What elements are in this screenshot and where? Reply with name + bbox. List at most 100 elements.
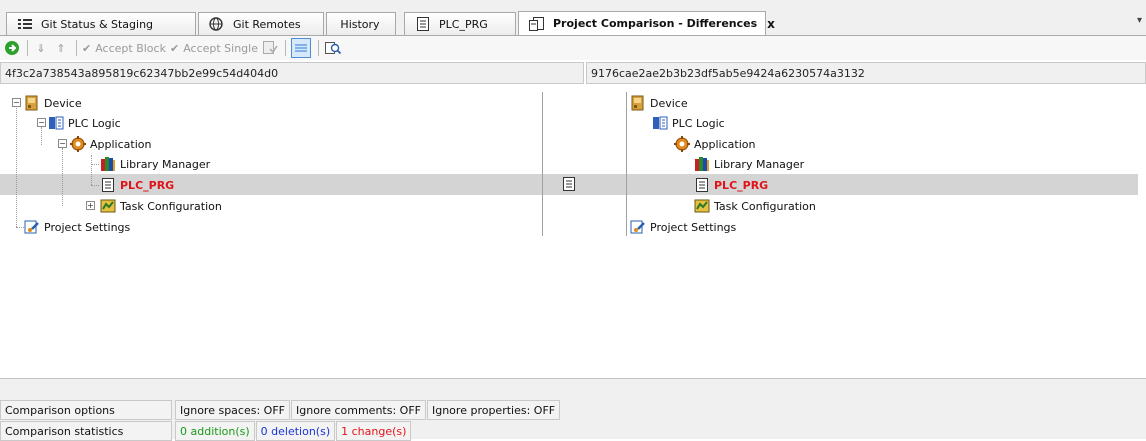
document-icon [694,177,710,193]
tab-label: History [340,17,380,31]
tree-node-project-settings[interactable]: Project Settings [24,218,130,236]
project-settings-icon [24,219,40,235]
tree-node-device[interactable]: Device [24,94,82,112]
application-gear-icon [674,136,690,152]
node-label: Library Manager [120,157,211,171]
node-label: Project Settings [44,220,131,234]
task-configuration-icon [694,198,710,214]
toolbar-separator [318,40,319,56]
tree-node-task-configuration[interactable]: Task Configuration [694,197,816,215]
toolbar: ⇓ ⇑ ✔ Accept Block ✔ Accept Single [0,35,1146,60]
node-label: Application [90,137,152,151]
right-commit-hash: 9176cae2ae2b3b23df5ab5e9424a6230574a3132 [586,62,1146,84]
comparison-options-label: Comparison options [0,400,172,420]
tree-node-library-manager[interactable]: Library Manager [694,155,804,173]
plc-logic-icon [48,115,64,131]
check-icon: ✔ [169,41,180,55]
tree-node-task-configuration[interactable]: Task Configuration [100,197,222,215]
deletions-count: 0 deletion(s) [255,421,336,441]
project-settings-icon [630,219,646,235]
tab-overflow-icon[interactable]: ▾ [1137,15,1142,26]
tab-plc-prg[interactable]: PLC_PRG [404,12,516,35]
close-icon[interactable]: x [767,17,775,31]
left-commit-hash: 4f3c2a738543a895819c62347bb2e99c54d404d0 [0,62,584,84]
toolbar-separator [285,40,286,56]
tab-git-remotes[interactable]: Git Remotes [198,12,324,35]
change-indicator-document-icon[interactable] [563,177,575,194]
comparison-tree-area [0,88,1146,378]
tree-node-plc-logic[interactable]: PLC Logic [48,114,121,132]
collapse-toggle[interactable]: − [58,139,67,148]
node-label: Device [44,96,82,110]
node-label: Library Manager [714,157,805,171]
tab-git-status[interactable]: Git Status & Staging [6,12,196,35]
tree-node-application[interactable]: Application [674,135,755,153]
node-label: PLC Logic [672,116,725,130]
tree-node-application[interactable]: Application [70,135,151,153]
node-label: PLC_PRG [120,178,175,192]
arrow-down-icon[interactable]: ⇓ [33,38,49,58]
comparison-statistics-row: Comparison statistics 0 addition(s) 0 de… [0,421,412,441]
tree-node-plc-prg[interactable]: PLC_PRG [694,176,768,194]
node-label: Application [694,137,756,151]
node-label: PLC Logic [68,116,121,130]
arrow-up-icon[interactable]: ⇑ [53,38,69,58]
node-label: Project Settings [650,220,737,234]
tab-strip: Git Status & Staging Git Remotes History… [0,0,1146,35]
tab-label: Project Comparison - Differences [553,17,758,30]
toolbar-separator [27,40,28,56]
collapse-toggle[interactable]: − [12,98,21,107]
node-label: Task Configuration [714,199,816,213]
expand-toggle[interactable]: + [86,201,95,210]
tree-line [91,155,92,185]
globe-icon [209,17,225,31]
tree-line [41,127,42,145]
task-configuration-icon [100,198,116,214]
device-icon [24,95,40,111]
comparison-statistics-label: Comparison statistics [0,421,172,441]
toggle-inline-view-icon[interactable] [291,38,311,58]
node-label: Device [650,96,688,110]
tree-node-library-manager[interactable]: Library Manager [100,155,210,173]
changes-count: 1 change(s) [336,421,412,441]
collapse-toggle[interactable]: − [37,118,46,127]
pane-divider [542,92,543,236]
ignore-spaces-toggle[interactable]: Ignore spaces: OFF [175,400,290,420]
ignore-properties-toggle[interactable]: Ignore properties: OFF [426,400,561,420]
tree-line [62,148,63,206]
next-difference-icon[interactable] [4,38,20,58]
tab-label: PLC_PRG [439,17,488,31]
application-gear-icon [70,136,86,152]
accept-properties-icon[interactable] [262,38,278,58]
double-check-icon: ✔ [82,41,92,55]
compare-details-icon[interactable] [324,38,342,58]
list-icon [17,17,33,31]
tab-project-comparison[interactable]: Project Comparison - Differences x [518,11,775,35]
tab-history[interactable]: History [326,12,396,35]
pane-divider [626,92,627,236]
device-icon [630,95,646,111]
tree-node-plc-logic[interactable]: PLC Logic [652,114,725,132]
tab-label: Git Remotes [233,17,301,31]
tree-node-device[interactable]: Device [630,94,688,112]
ignore-comments-toggle[interactable]: Ignore comments: OFF [291,400,426,420]
node-label: Task Configuration [120,199,222,213]
tree-line [91,164,99,165]
comparison-options-row: Comparison options Ignore spaces: OFF Ig… [0,400,561,420]
tree-node-project-settings[interactable]: Project Settings [630,218,736,236]
additions-count: 0 addition(s) [175,421,255,441]
node-label: PLC_PRG [714,178,769,192]
accept-single-label: Accept Single [183,41,258,55]
library-books-icon [694,156,710,172]
library-books-icon [100,156,116,172]
tab-label: Git Status & Staging [41,17,154,31]
accept-single-button[interactable]: ✔ Accept Single [170,38,258,58]
comparison-info-panel: Comparison options Ignore spaces: OFF Ig… [0,378,1146,441]
tree-node-plc-prg[interactable]: PLC_PRG [100,176,174,194]
tree-line [91,185,99,186]
document-icon [415,17,431,31]
compare-document-icon [529,16,545,31]
accept-block-label: Accept Block [95,41,166,55]
accept-block-button[interactable]: ✔ Accept Block [82,38,166,58]
tree-line [16,106,17,227]
